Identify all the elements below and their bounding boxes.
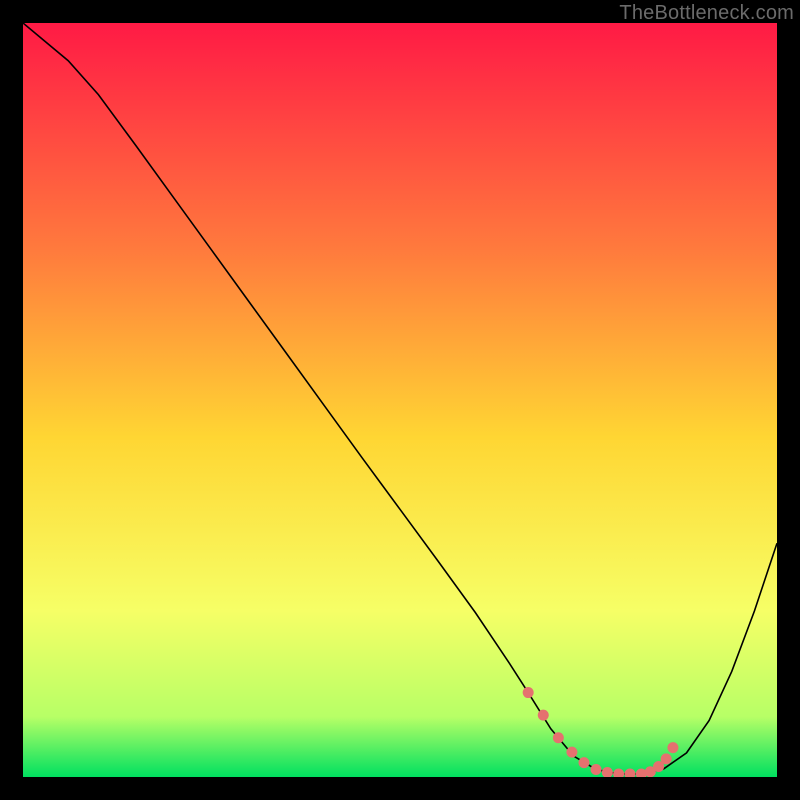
watermark-text: TheBottleneck.com [619, 2, 794, 25]
optimal-marker [667, 742, 678, 753]
chart-frame: TheBottleneck.com [0, 0, 800, 800]
optimal-marker [523, 687, 534, 698]
plot-area [23, 23, 777, 777]
optimal-marker [591, 764, 602, 775]
chart-svg [23, 23, 777, 777]
optimal-marker [553, 732, 564, 743]
optimal-marker [661, 753, 672, 764]
optimal-marker [578, 757, 589, 768]
optimal-marker [566, 747, 577, 758]
gradient-background [23, 23, 777, 777]
optimal-marker [538, 710, 549, 721]
